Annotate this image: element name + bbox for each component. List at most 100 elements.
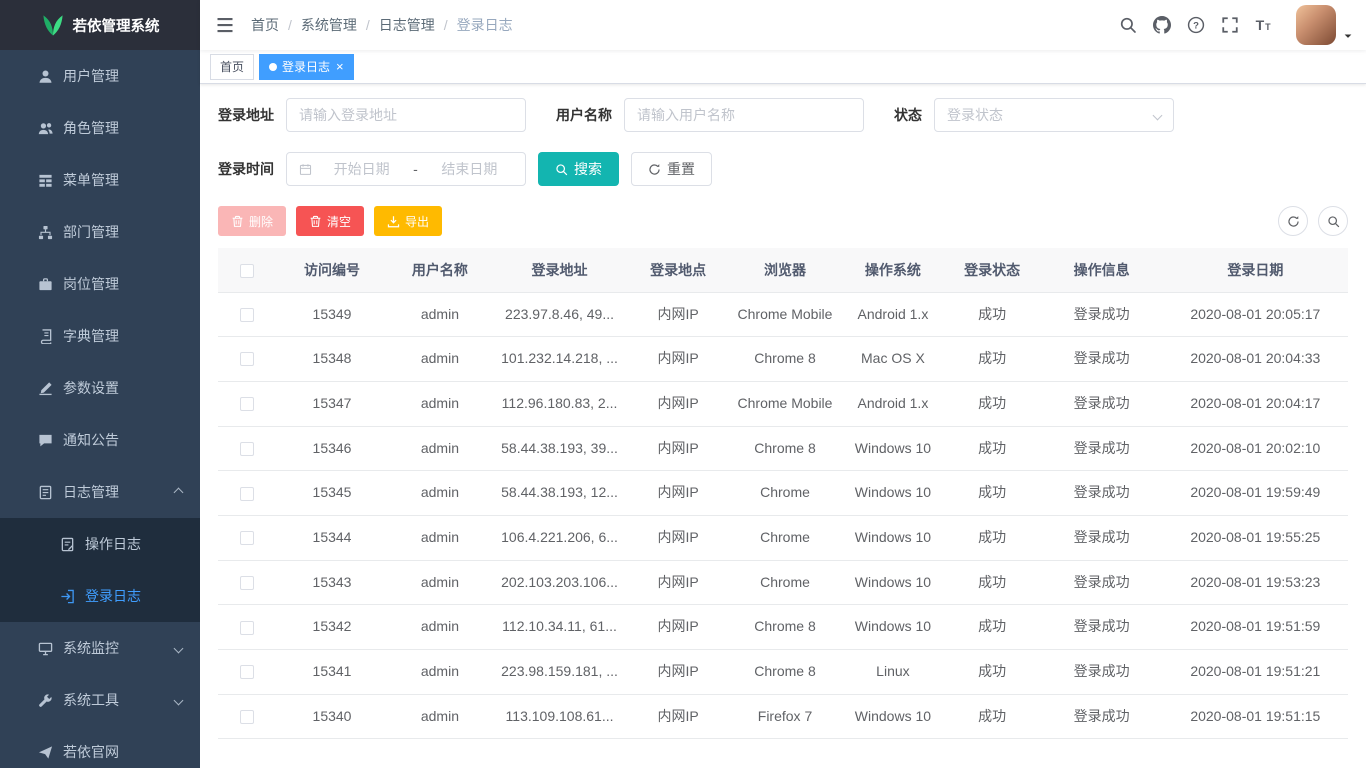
sidebar-item-menu[interactable]: 菜单管理 [0,154,200,206]
cell-message: 登录成功 [1041,292,1163,337]
tree-icon [38,225,53,240]
sidebar-item-label: 角色管理 [63,118,119,138]
username-input[interactable] [637,107,851,123]
cell-login-date: 2020-08-01 19:51:59 [1163,605,1348,650]
delete-button[interactable]: 删除 [218,206,286,236]
cell-message: 登录成功 [1041,337,1163,382]
sidebar-item-monitor[interactable]: 系统监控 [0,622,200,674]
filter-login-time: 登录时间 - [218,152,526,186]
column-header-user-name: 用户名称 [389,248,491,292]
tab-home[interactable]: 首页 [210,54,254,80]
reset-button[interactable]: 重置 [631,152,712,186]
hamburger-icon[interactable] [215,15,235,35]
chevron-up-icon [174,487,184,497]
status-select[interactable] [934,98,1174,132]
tab-login-log[interactable]: 登录日志× [259,54,354,80]
user-menu[interactable] [1296,5,1354,45]
column-header-select [218,248,275,292]
search-icon [555,163,568,176]
cell-login-status: 成功 [944,515,1041,560]
close-tab-icon[interactable]: × [336,60,344,73]
page-content: 登录地址 用户名称 状态 [200,84,1366,768]
select-all-checkbox[interactable] [240,264,254,278]
row-checkbox[interactable] [240,531,254,545]
cell-login-status: 成功 [944,381,1041,426]
breadcrumb-item[interactable]: 系统管理 [301,15,357,35]
cell-user-name: admin [389,515,491,560]
date-range-picker[interactable]: - [286,152,526,186]
username-label: 用户名称 [556,105,612,125]
font-size-button[interactable]: TT [1254,16,1273,35]
log-icon [38,485,53,500]
cell-login-ip: 223.97.8.46, 49... [491,292,628,337]
date-start-input[interactable] [318,161,405,177]
date-end-input[interactable] [426,161,513,177]
sidebar-item-role[interactable]: 角色管理 [0,102,200,154]
export-button-label: 导出 [405,213,429,230]
calendar-icon [299,163,312,176]
cell-login-status: 成功 [944,426,1041,471]
sidebar-subitem-operlog[interactable]: 操作日志 [0,518,200,570]
sidebar-item-site[interactable]: 若依官网 [0,726,200,768]
sidebar-subitem-logininfor[interactable]: 登录日志 [0,570,200,622]
row-checkbox[interactable] [240,665,254,679]
cell-login-location: 内网IP [628,426,728,471]
cell-login-status: 成功 [944,560,1041,605]
cell-select [218,292,275,337]
clear-button[interactable]: 清空 [296,206,364,236]
svg-text:T: T [1255,17,1264,33]
sidebar-item-label: 参数设置 [63,378,119,398]
table-row: 15347admin112.96.180.83, 2...内网IPChrome … [218,381,1348,426]
breadcrumb-item[interactable]: 日志管理 [379,15,435,35]
row-checkbox[interactable] [240,397,254,411]
cell-login-location: 内网IP [628,694,728,739]
logo-leaf-icon [41,13,65,37]
cell-login-location: 内网IP [628,560,728,605]
search-button[interactable]: 搜索 [538,152,619,186]
sidebar-item-user[interactable]: 用户管理 [0,50,200,102]
sidebar-item-dept[interactable]: 部门管理 [0,206,200,258]
breadcrumb-item[interactable]: 首页 [251,15,279,35]
cell-login-ip: 113.109.108.61... [491,694,628,739]
svg-text:T: T [1265,22,1271,32]
export-button[interactable]: 导出 [374,206,442,236]
sidebar-item-log[interactable]: 日志管理 [0,466,200,518]
post-icon [38,277,53,292]
search-button-label: 搜索 [574,159,602,179]
ipaddr-label: 登录地址 [218,105,274,125]
row-checkbox[interactable] [240,352,254,366]
refresh-table-button[interactable] [1278,206,1308,236]
sidebar-item-label: 日志管理 [63,482,119,502]
sidebar-item-post[interactable]: 岗位管理 [0,258,200,310]
cell-login-status: 成功 [944,650,1041,695]
cell-login-ip: 112.10.34.11, 61... [491,605,628,650]
cell-login-date: 2020-08-01 19:51:21 [1163,650,1348,695]
row-checkbox[interactable] [240,442,254,456]
logo[interactable]: 若依管理系统 [0,0,200,50]
date-separator: - [411,161,420,177]
ipaddr-input[interactable] [299,107,513,123]
row-checkbox[interactable] [240,487,254,501]
question-button[interactable]: ? [1186,16,1205,35]
row-checkbox[interactable] [240,576,254,590]
cell-user-name: admin [389,337,491,382]
row-checkbox[interactable] [240,308,254,322]
search-button[interactable] [1118,16,1137,35]
table-row: 15348admin101.232.14.218, ...内网IPChrome … [218,337,1348,382]
sidebar-item-dict[interactable]: 字典管理 [0,310,200,362]
sidebar-item-tool[interactable]: 系统工具 [0,674,200,726]
row-checkbox[interactable] [240,710,254,724]
toggle-search-button[interactable] [1318,206,1348,236]
table-row: 15345admin58.44.38.193, 12...内网IPChromeW… [218,471,1348,516]
sidebar-item-config[interactable]: 参数设置 [0,362,200,414]
fullscreen-button[interactable] [1220,16,1239,35]
question-icon: ? [1187,16,1205,34]
ipaddr-input-wrap [286,98,526,132]
cell-select [218,426,275,471]
status-select-input[interactable] [947,107,1148,123]
sidebar-item-notice[interactable]: 通知公告 [0,414,200,466]
cell-browser: Chrome [728,515,842,560]
row-checkbox[interactable] [240,621,254,635]
github-button[interactable] [1152,16,1171,35]
tree-table-icon [38,173,53,188]
